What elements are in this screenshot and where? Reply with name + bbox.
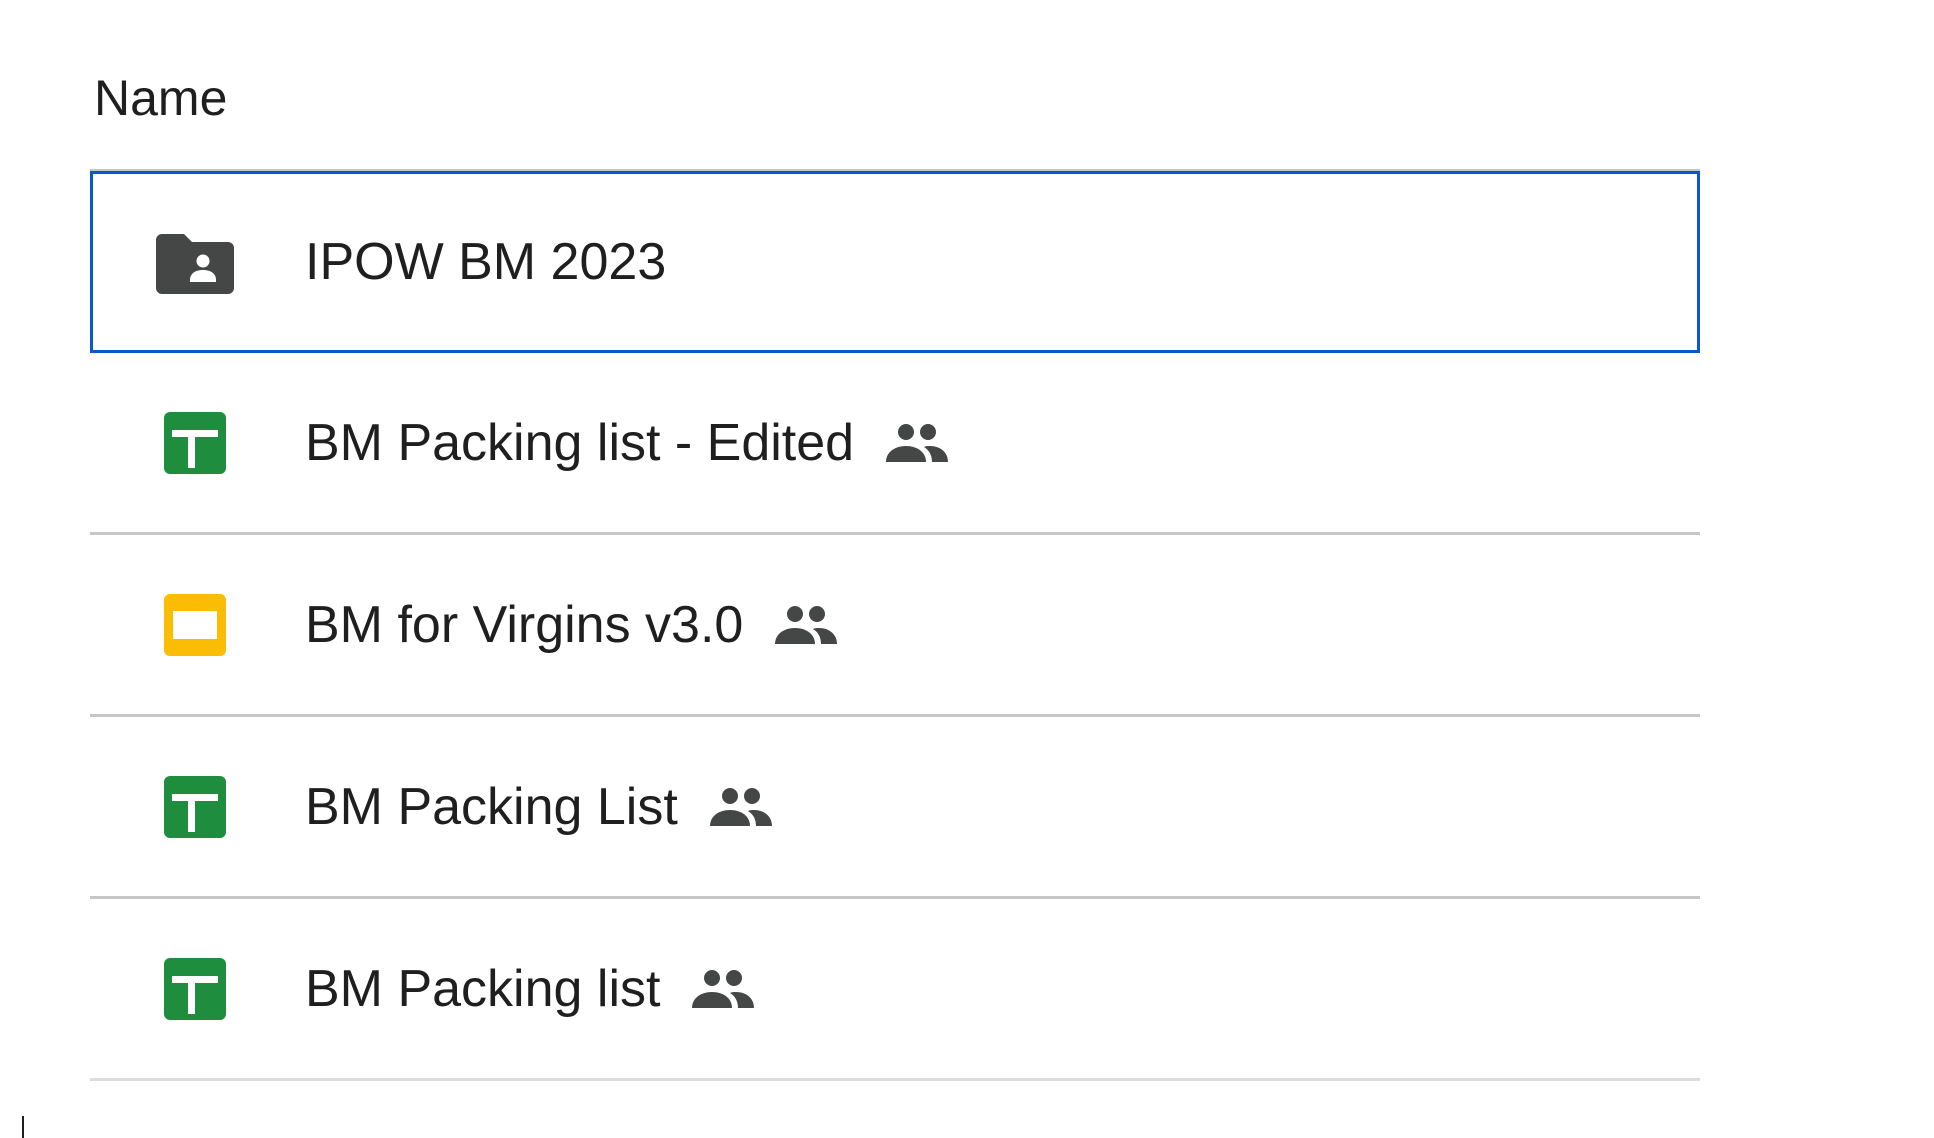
file-name[interactable]: BM Packing List xyxy=(305,776,678,838)
google-sheets-icon xyxy=(156,956,234,1022)
google-slides-icon xyxy=(156,592,234,658)
name-column-header[interactable]: Name xyxy=(94,68,227,128)
shared-folder-icon xyxy=(156,229,234,295)
file-name[interactable]: BM for Virgins v3.0 xyxy=(305,594,743,656)
google-sheets-icon xyxy=(156,410,234,476)
shared-people-icon xyxy=(884,422,949,464)
file-row-bm-for-virgins[interactable]: BM for Virgins v3.0 xyxy=(90,535,1700,717)
text-cursor xyxy=(22,1116,24,1138)
file-name[interactable]: BM Packing list - Edited xyxy=(305,412,854,474)
file-row-bm-packing-list-2[interactable]: BM Packing List xyxy=(90,717,1700,899)
shared-people-icon xyxy=(690,968,755,1010)
google-sheets-icon xyxy=(156,774,234,840)
file-row-bm-packing-list-3[interactable]: BM Packing list xyxy=(90,899,1700,1081)
list-header: Name xyxy=(90,0,1700,172)
shared-people-icon xyxy=(708,786,772,828)
file-name[interactable]: IPOW BM 2023 xyxy=(305,231,666,293)
file-list: Name IPOW BM 2023 BM Packing list - Edit… xyxy=(90,0,1700,1081)
file-row-bm-packing-list-edited[interactable]: BM Packing list - Edited xyxy=(90,353,1700,535)
file-name[interactable]: BM Packing list xyxy=(305,958,660,1020)
file-row-ipow-bm-2023[interactable]: IPOW BM 2023 xyxy=(90,171,1700,353)
shared-people-icon xyxy=(773,604,838,646)
